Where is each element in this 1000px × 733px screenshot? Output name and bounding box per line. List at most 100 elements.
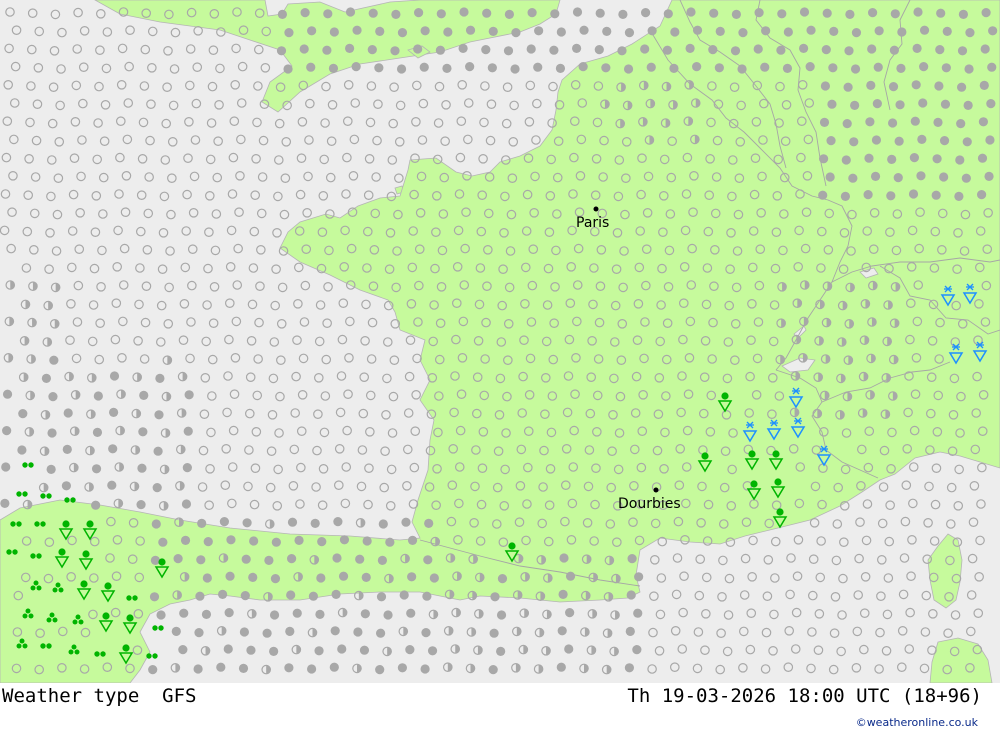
overcast-icon <box>754 8 764 18</box>
overcast-icon <box>526 44 536 54</box>
overcast-icon <box>527 8 537 18</box>
overcast-icon <box>238 663 249 674</box>
overcast-icon <box>376 592 387 602</box>
overcast-icon <box>872 99 882 109</box>
overcast-icon <box>287 554 297 564</box>
overcast-icon <box>825 172 835 182</box>
overcast-icon <box>286 590 296 600</box>
overcast-icon <box>331 589 341 600</box>
overcast-icon <box>624 663 635 673</box>
overcast-icon <box>109 407 119 417</box>
overcast-icon <box>864 153 874 163</box>
overcast-icon <box>179 608 189 618</box>
overcast-icon <box>714 63 724 73</box>
overcast-icon <box>353 627 363 637</box>
overcast-icon <box>397 663 407 673</box>
overcast-icon <box>663 9 673 19</box>
overcast-icon <box>623 64 634 74</box>
overcast-icon <box>827 99 837 109</box>
overcast-icon <box>137 463 147 473</box>
overcast-icon <box>322 45 332 55</box>
overcast-icon <box>224 608 234 618</box>
forecast-datetime: Th 19-03-2026 18:00 UTC (18+96) <box>627 685 982 707</box>
overcast-icon <box>692 25 703 35</box>
overcast-icon <box>496 610 507 620</box>
overcast-icon <box>153 446 163 456</box>
overcast-icon <box>136 500 146 510</box>
overcast-icon <box>889 45 900 55</box>
overcast-icon <box>219 517 229 527</box>
overcast-icon <box>646 62 656 72</box>
overcast-icon <box>419 62 429 72</box>
overcast-icon <box>617 46 627 56</box>
overcast-icon <box>269 610 280 620</box>
overcast-icon <box>181 499 192 509</box>
overcast-icon <box>534 26 544 36</box>
overcast-icon <box>196 555 206 565</box>
overcast-icon <box>216 662 226 672</box>
overcast-icon <box>93 391 103 401</box>
overcast-icon <box>633 608 643 618</box>
overcast-icon <box>818 190 828 200</box>
overcast-icon <box>911 80 921 90</box>
overcast-icon <box>912 43 922 54</box>
overcast-icon <box>979 80 989 90</box>
overcast-icon <box>420 664 430 674</box>
overcast-icon <box>624 27 635 38</box>
overcast-icon <box>225 571 235 581</box>
overcast-icon <box>961 173 971 183</box>
overcast-icon <box>315 609 325 620</box>
overcast-icon <box>18 409 28 419</box>
overcast-icon <box>49 355 59 365</box>
overcast-icon <box>871 135 882 145</box>
overcast-icon <box>182 463 192 473</box>
overcast-icon <box>376 628 386 638</box>
overcast-icon <box>264 555 274 566</box>
overcast-icon <box>329 662 339 672</box>
overcast-icon <box>385 537 395 547</box>
overcast-icon <box>917 134 927 144</box>
overcast-icon <box>284 27 294 38</box>
overcast-icon <box>246 645 256 655</box>
overcast-icon <box>345 7 356 17</box>
overcast-icon <box>919 62 929 72</box>
overcast-icon <box>842 119 852 129</box>
overcast-icon <box>565 571 576 581</box>
overcast-icon <box>269 646 279 657</box>
overcast-icon <box>277 9 287 19</box>
overcast-icon <box>92 427 103 437</box>
overcast-icon <box>218 589 228 600</box>
overcast-icon <box>284 663 294 673</box>
overcast-icon <box>399 590 409 600</box>
overcast-icon <box>465 25 476 35</box>
overcast-icon <box>942 26 952 36</box>
overcast-icon <box>986 99 996 109</box>
overcast-icon <box>662 45 673 55</box>
overcast-icon <box>840 191 851 201</box>
overcast-icon <box>977 153 988 163</box>
overcast-icon <box>909 153 920 163</box>
overcast-icon <box>193 664 203 674</box>
overcast-icon <box>888 118 898 128</box>
overcast-icon <box>414 8 424 18</box>
overcast-icon <box>202 573 212 583</box>
overcast-icon <box>556 27 566 37</box>
overcast-icon <box>328 63 339 73</box>
overcast-icon <box>283 64 293 74</box>
overcast-icon <box>805 62 815 72</box>
overcast-icon <box>158 537 168 547</box>
overcast-icon <box>760 62 770 72</box>
city-dot-paris <box>593 206 599 212</box>
overcast-icon <box>957 82 967 92</box>
overcast-icon <box>863 190 873 200</box>
overcast-icon <box>799 7 810 17</box>
overcast-icon <box>730 46 741 56</box>
overcast-icon <box>375 26 385 36</box>
overcast-icon <box>965 27 975 38</box>
overcast-icon <box>685 43 695 54</box>
overcast-icon <box>391 9 401 19</box>
overcast-icon <box>776 45 786 55</box>
overcast-icon <box>307 26 317 36</box>
weather-map: Paris Dourbies <box>0 0 1000 683</box>
overcast-icon <box>201 609 212 620</box>
